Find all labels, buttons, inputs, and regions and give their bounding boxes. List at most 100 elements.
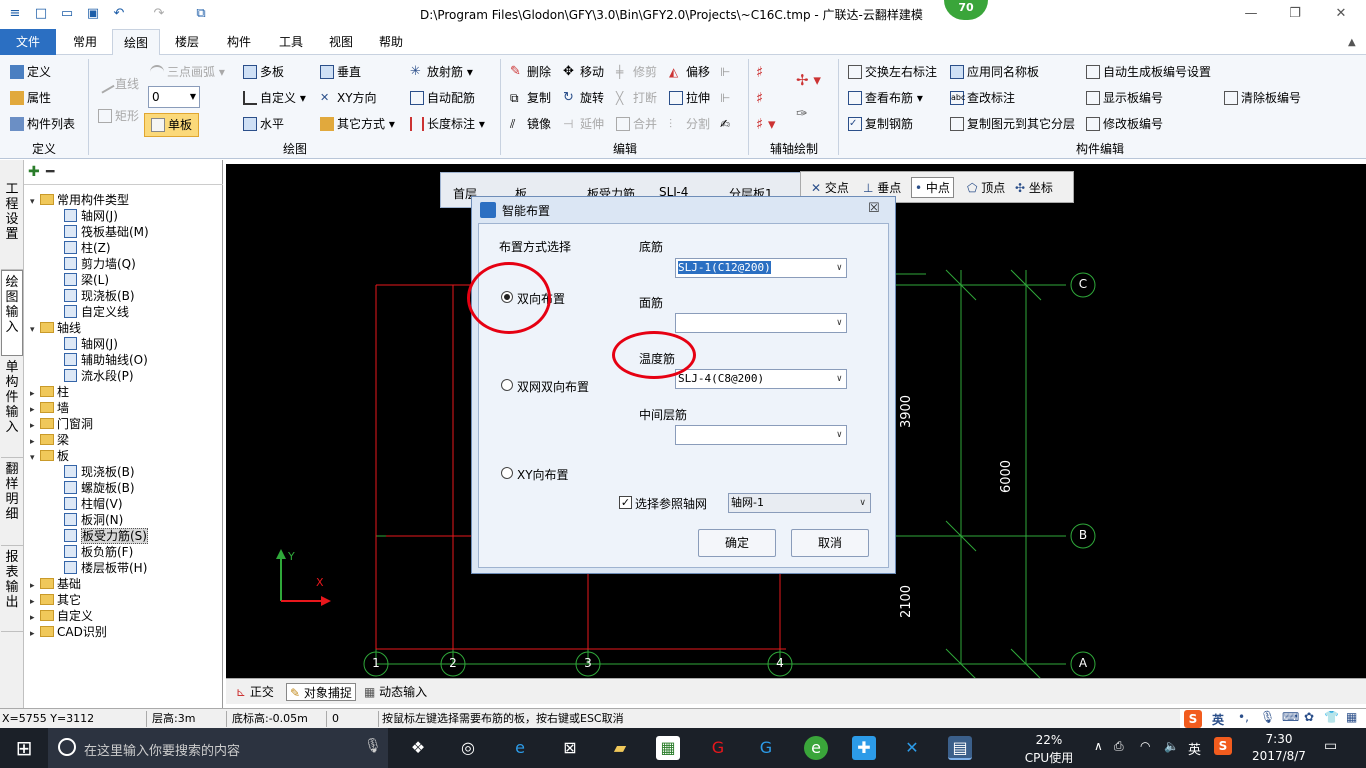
dialog-close-icon[interactable]: ☒ bbox=[868, 201, 880, 216]
trim-button[interactable]: ╪ 修剪 bbox=[616, 61, 657, 83]
auto-number-settings-button[interactable]: 自动生成板编号设置 bbox=[1086, 61, 1211, 83]
tree-item[interactable]: 柱(Z) bbox=[64, 240, 111, 256]
spreadsheet-icon[interactable]: ▦ bbox=[656, 736, 680, 760]
tab-project-settings[interactable]: 工程设置 bbox=[1, 178, 23, 270]
top-rebar-select[interactable]: ∨ bbox=[675, 313, 847, 333]
network-icon[interactable]: ⎙ bbox=[1114, 739, 1124, 754]
snap-intersection[interactable]: ✕ 交点 bbox=[811, 179, 849, 196]
draw-value-input[interactable]: 0 ▼ bbox=[148, 86, 200, 108]
radial-rebar-button[interactable]: ✳ 放射筋 ▾ bbox=[410, 61, 473, 83]
rect-button[interactable]: 矩形 bbox=[98, 105, 139, 127]
tree-group[interactable]: ▸ 自定义 bbox=[30, 608, 93, 624]
tree-group[interactable]: ▸ 其它 bbox=[30, 592, 81, 608]
delete-button[interactable]: ✎ 删除 bbox=[510, 61, 551, 83]
tree-item[interactable]: 螺旋板(B) bbox=[64, 480, 135, 496]
snap-midpoint[interactable]: • 中点 bbox=[911, 177, 954, 198]
vertical-button[interactable]: 垂直 bbox=[320, 61, 361, 83]
tab-draw[interactable]: 绘图 bbox=[112, 29, 160, 55]
ref-grid-select[interactable]: 轴网-1 ∨ bbox=[728, 493, 871, 513]
taskbar-search[interactable]: 在这里输入你要搜索的内容 🎙 bbox=[48, 728, 388, 768]
tree-item[interactable]: 轴网(J) bbox=[64, 336, 118, 352]
horizontal-button[interactable]: 水平 bbox=[243, 113, 284, 135]
tree-group[interactable]: ▸ 基础 bbox=[30, 576, 81, 592]
offset-button[interactable]: ◭ 偏移 bbox=[669, 61, 710, 83]
tab-report[interactable]: 报表输出 bbox=[1, 546, 23, 632]
collapse-toggle-icon[interactable]: ▾ bbox=[30, 450, 40, 466]
view-rebar-button[interactable]: 查看布筋 ▾ bbox=[848, 87, 923, 109]
tray-chevron-icon[interactable]: ∧ bbox=[1094, 739, 1103, 753]
show-slab-number-button[interactable]: 显示板编号 bbox=[1086, 87, 1163, 109]
notification-icon[interactable]: ▭ bbox=[1324, 738, 1337, 754]
tree-item[interactable]: 剪力墙(Q) bbox=[64, 256, 136, 272]
glodon-icon-1[interactable]: G bbox=[706, 736, 730, 760]
split-button[interactable]: ⫶ 分割 bbox=[669, 113, 710, 135]
undo-icon[interactable]: ↶ bbox=[110, 5, 128, 23]
tree-group[interactable]: ▸ 柱 bbox=[30, 384, 69, 400]
gfy-app-icon[interactable]: ▤ bbox=[948, 736, 972, 760]
tree-group[interactable]: ▸ CAD识别 bbox=[30, 624, 107, 640]
copy-to-layers-button[interactable]: 复制图元到其它分层 bbox=[950, 113, 1075, 135]
blue-plus-app-icon[interactable]: ✚ bbox=[852, 736, 876, 760]
glodon-icon-2[interactable]: G bbox=[754, 736, 778, 760]
tree-group[interactable]: ▾ 轴线 bbox=[30, 320, 81, 336]
merge-button[interactable]: 合并 bbox=[616, 113, 657, 135]
cancel-button[interactable]: 取消 bbox=[791, 529, 869, 557]
dynamic-input-toggle[interactable]: ▦ 动态输入 bbox=[364, 683, 427, 701]
stretch-button[interactable]: 拉伸 bbox=[669, 87, 710, 109]
clock-date[interactable]: 2017/8/7 bbox=[1244, 749, 1314, 763]
component-list-button[interactable]: 构件列表 bbox=[10, 113, 75, 135]
mic-icon[interactable]: 🎙 bbox=[1260, 710, 1275, 724]
middle-rebar-select[interactable]: ∨ bbox=[675, 425, 847, 445]
arc-button[interactable]: 三点画弧 ▾ bbox=[150, 61, 225, 83]
snap-vertex[interactable]: ⬠ 顶点 bbox=[967, 179, 1005, 196]
ime-lang-toggle[interactable]: 英 bbox=[1212, 711, 1224, 728]
save-icon[interactable]: ▣ bbox=[84, 5, 102, 23]
axis-pen-icon[interactable]: ✑ bbox=[796, 103, 808, 125]
copy-button[interactable]: ⧉ 复制 bbox=[510, 87, 551, 109]
task-view-icon[interactable]: ❖ bbox=[406, 736, 430, 760]
expand-all-icon[interactable]: ✚ bbox=[28, 164, 40, 180]
browser-icon[interactable]: ◎ bbox=[456, 736, 480, 760]
snap-coordinate[interactable]: ✣ 坐标 bbox=[1015, 179, 1053, 196]
object-snap-toggle[interactable]: ✎ 对象捕捉 bbox=[286, 683, 356, 701]
tree-group[interactable]: ▾ 板 bbox=[30, 448, 69, 464]
parallel-axis-icon[interactable]: ♯ bbox=[756, 61, 763, 83]
ok-button[interactable]: 确定 bbox=[698, 529, 776, 557]
swap-labels-button[interactable]: 交换左右标注 bbox=[848, 61, 937, 83]
snap-perpendicular[interactable]: ⊥ 垂点 bbox=[863, 179, 901, 196]
tree-item[interactable]: 辅助轴线(O) bbox=[64, 352, 148, 368]
shirt-icon[interactable]: 👕 bbox=[1324, 710, 1339, 724]
tree-item[interactable]: 板负筋(F) bbox=[64, 544, 133, 560]
score-badge[interactable]: 70 bbox=[944, 0, 988, 20]
new-file-icon[interactable]: □ bbox=[32, 5, 50, 23]
modify-slab-number-button[interactable]: 修改板编号 bbox=[1086, 113, 1163, 135]
extend-button[interactable]: ⊣ 延伸 bbox=[563, 113, 604, 135]
ortho-toggle[interactable]: ⊾ 正交 bbox=[236, 683, 274, 701]
edit-extra-icon-1[interactable]: ⊩ bbox=[720, 61, 730, 83]
tab-file[interactable]: 文件 bbox=[0, 29, 56, 55]
multi-slab-button[interactable]: 多板 bbox=[243, 61, 284, 83]
store-icon[interactable]: ⊠ bbox=[558, 736, 582, 760]
punct-icon[interactable]: •, bbox=[1238, 710, 1249, 724]
ref-grid-checkbox[interactable]: ✓ bbox=[619, 496, 632, 509]
file-explorer-icon[interactable]: ▰ bbox=[608, 736, 632, 760]
collapse-toggle-icon[interactable]: ▾ bbox=[30, 194, 40, 210]
sogou-tray-icon[interactable]: S bbox=[1214, 737, 1232, 755]
radio-double-net[interactable] bbox=[501, 379, 513, 391]
sogou-logo-icon[interactable]: S bbox=[1184, 710, 1202, 728]
clock-time[interactable]: 7:30 bbox=[1244, 732, 1314, 746]
windows-start-icon[interactable]: ⊞ bbox=[12, 736, 36, 760]
tree-item[interactable]: 流水段(P) bbox=[64, 368, 134, 384]
xy-direction-button[interactable]: ✕ XY方向 bbox=[320, 87, 377, 109]
rotate-button[interactable]: ↻ 旋转 bbox=[563, 87, 604, 109]
green-app-icon[interactable]: e bbox=[804, 736, 828, 760]
tree-item[interactable]: 楼层板带(H) bbox=[64, 560, 147, 576]
tree-item[interactable]: 柱帽(V) bbox=[64, 496, 123, 512]
tree-item[interactable]: 现浇板(B) bbox=[64, 464, 135, 480]
wifi-icon[interactable]: ◠ bbox=[1140, 739, 1150, 753]
remote-app-icon[interactable]: ✕ bbox=[900, 736, 924, 760]
tree-item[interactable]: 筏板基础(M) bbox=[64, 224, 149, 240]
mirror-button[interactable]: ⫽ 镜像 bbox=[510, 113, 551, 135]
apply-same-name-button[interactable]: 应用同名称板 bbox=[950, 61, 1039, 83]
toolbox-icon[interactable]: ▦ bbox=[1346, 710, 1357, 724]
